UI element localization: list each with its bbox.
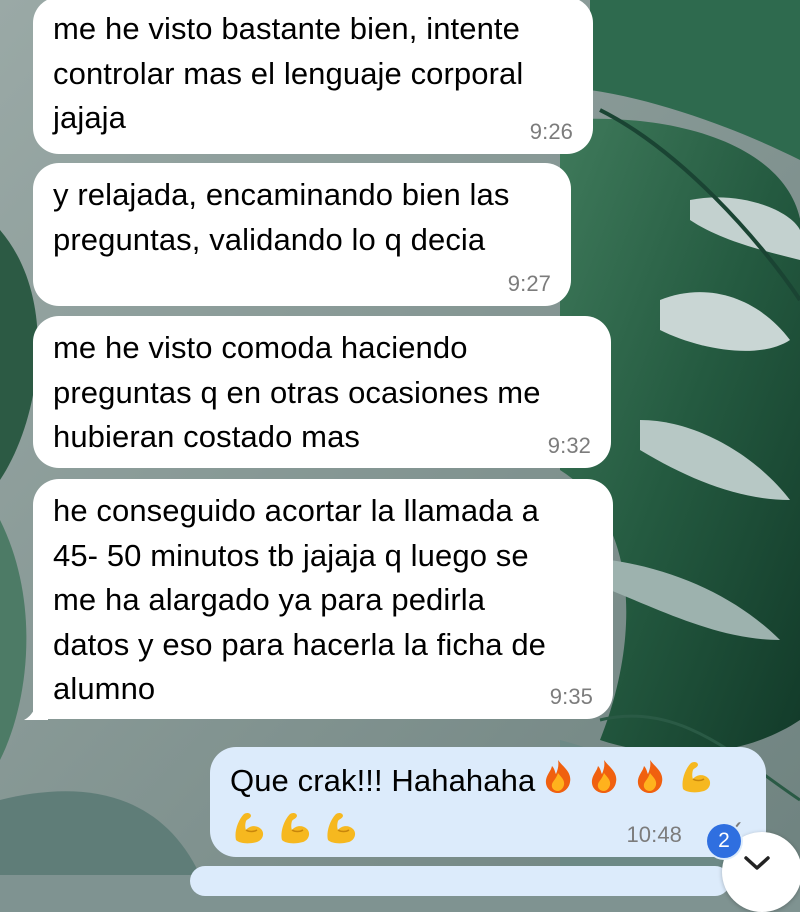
flexed-biceps-emoji [677,757,715,808]
message-time: 10:48 [626,822,682,847]
message-text: he conseguido acortar la llamada a 45- 5… [53,493,547,706]
message-time: 9:27 [507,271,551,296]
message-text: me he visto comoda haciendo preguntas q … [53,330,541,454]
fire-emoji [585,757,623,808]
flexed-biceps-emoji [276,808,314,859]
flexed-biceps-emoji [322,808,360,859]
message-time: 9:32 [547,433,591,458]
message-bubble-incoming[interactable]: me he visto comoda haciendo preguntas q … [33,316,611,468]
message-bubble-incoming[interactable]: he conseguido acortar la llamada a 45- 5… [33,479,613,719]
flexed-biceps-emoji [230,808,268,859]
message-bubble-outgoing[interactable]: Que crak!!! Hahahaha 10:48 [210,747,766,857]
message-bubble-incoming[interactable]: y relajada, encaminando bien las pregunt… [33,163,571,306]
message-time: 9:26 [529,119,573,144]
message-text: y relajada, encaminando bien las pregunt… [53,177,510,257]
unread-count-badge: 2 [707,824,741,858]
chevron-down-icon [744,856,770,870]
message-time: 9:35 [549,684,593,709]
bubble-tail [24,694,48,720]
message-text: me he visto bastante bien, intente contr… [53,11,524,135]
fire-emoji [631,757,669,808]
message-bubble-outgoing-partial [190,866,730,896]
message-bubble-incoming[interactable]: me he visto bastante bien, intente contr… [33,0,593,154]
fire-emoji [539,757,577,808]
